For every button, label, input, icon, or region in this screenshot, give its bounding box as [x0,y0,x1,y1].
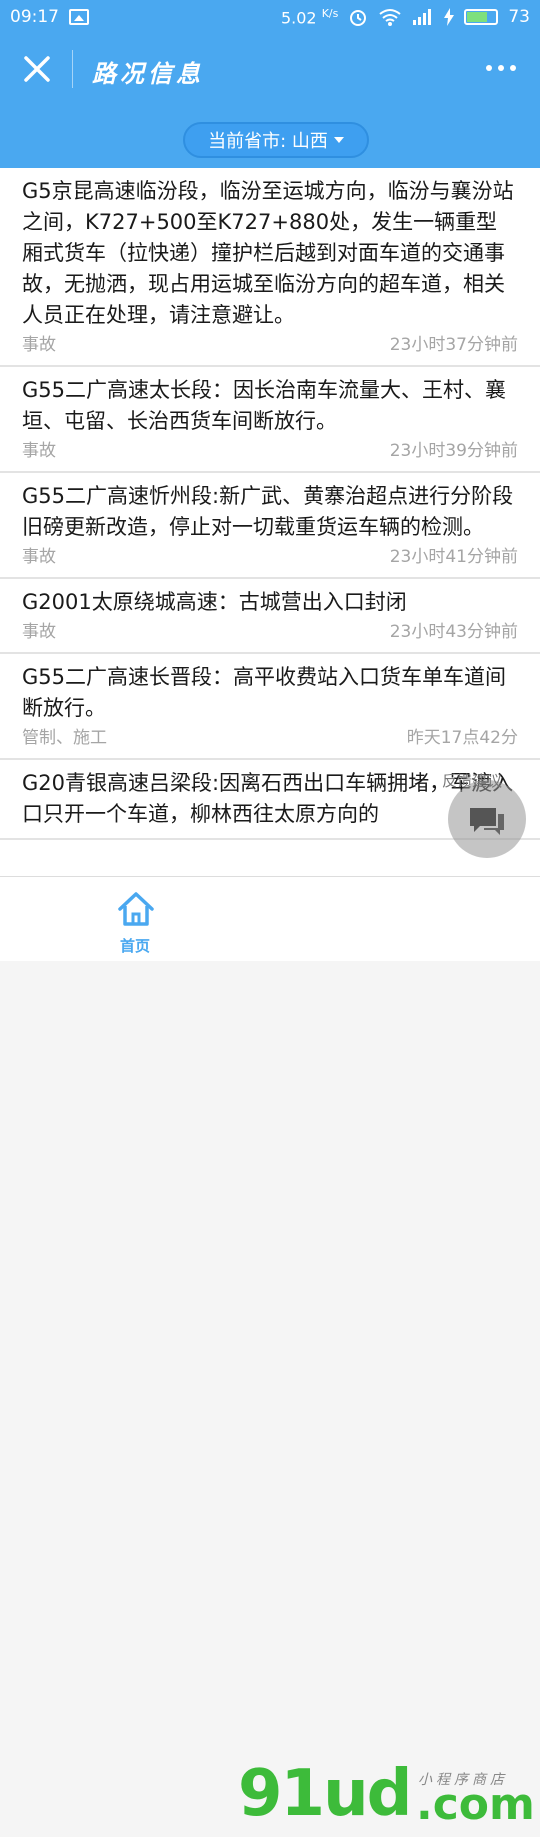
chat-bubble-icon [470,808,504,835]
network-speed: 5.02 K/s [281,7,338,27]
signal-icon [413,9,432,26]
wifi-icon [379,9,401,27]
alarm-icon [350,10,367,27]
item-type: 事故 [22,622,56,642]
item-time: 23小时41分钟前 [389,547,518,567]
item-time: 23小时37分钟前 [389,335,518,355]
battery-icon [464,9,499,26]
page-title: 路况信息 [92,60,204,88]
province-label: 当前省市: 山西 [208,131,328,152]
item-type: 事故 [22,441,56,461]
status-time: 09:17 [10,7,59,27]
province-selector[interactable]: 当前省市: 山西 [183,122,369,158]
list-item[interactable]: G55二广高速长晋段：高平收费站入口货车单车道间断放行。 管制、施工 昨天17点4… [0,654,540,760]
list-item[interactable]: G2001太原绕城高速：古城营出入口封闭 事故 23小时43分钟前 [0,579,540,654]
network-speed-value: 5.02 [280,8,317,28]
list-item[interactable]: G55二广高速太长段：因长治南车流量大、王村、襄垣、屯留、长治西货车间断放行。 … [0,367,540,473]
item-time: 23小时43分钟前 [389,622,518,642]
more-icon [486,65,492,71]
more-button[interactable] [486,58,520,78]
item-type: 管制、施工 [22,728,107,748]
network-speed-unit: K/s [321,7,339,20]
item-type: 事故 [22,547,56,567]
tab-home-label: 首页 [120,937,151,955]
close-icon [24,56,50,82]
tab-bar: 首页 91ud 小程序商店 .com [0,876,540,1831]
item-text: G5京昆高速临汾段，临汾至运城方向，临汾与襄汾站之间，K727+500至K727… [22,179,514,327]
charging-icon [444,8,455,27]
caret-down-icon [333,137,344,143]
list-item[interactable]: G55二广高速忻州段:新广武、黄寨治超点进行分阶段旧磅更新改造，停止对一切载重货… [0,473,540,579]
feedback-button[interactable]: 反馈建议 [442,766,526,860]
header-divider [72,50,73,88]
watermark: 91ud 小程序商店 .com [238,1757,538,1837]
feedback-label: 反馈建议 [442,772,503,790]
nav-header: 路况信息 当前省市: 山西 [0,36,540,168]
item-time: 23小时39分钟前 [389,441,518,461]
watermark-domain: .com [416,1779,535,1830]
tab-home[interactable]: 首页 [106,887,166,957]
item-text: G2001太原绕城高速：古城营出入口封闭 [22,590,407,614]
home-icon [118,892,154,926]
close-button[interactable] [20,52,54,86]
item-text: G55二广高速忻州段:新广武、黄寨治超点进行分阶段旧磅更新改造，停止对一切载重货… [22,484,514,539]
item-time: 昨天17点42分 [406,728,518,748]
battery-fill [467,12,488,23]
item-text: G55二广高速太长段：因长治南车流量大、王村、襄垣、屯留、长治西货车间断放行。 [22,378,506,433]
status-bar: 09:17 5.02 K/s 73 [0,0,540,36]
item-type: 事故 [22,335,56,355]
photo-icon [69,9,89,25]
battery-level: 73 [508,7,530,28]
watermark-main: 91ud [238,1757,412,1831]
list-item[interactable]: G5京昆高速临汾段，临汾至运城方向，临汾与襄汾站之间，K727+500至K727… [0,168,540,367]
item-text: G55二广高速长晋段：高平收费站入口货车单车道间断放行。 [22,665,506,720]
